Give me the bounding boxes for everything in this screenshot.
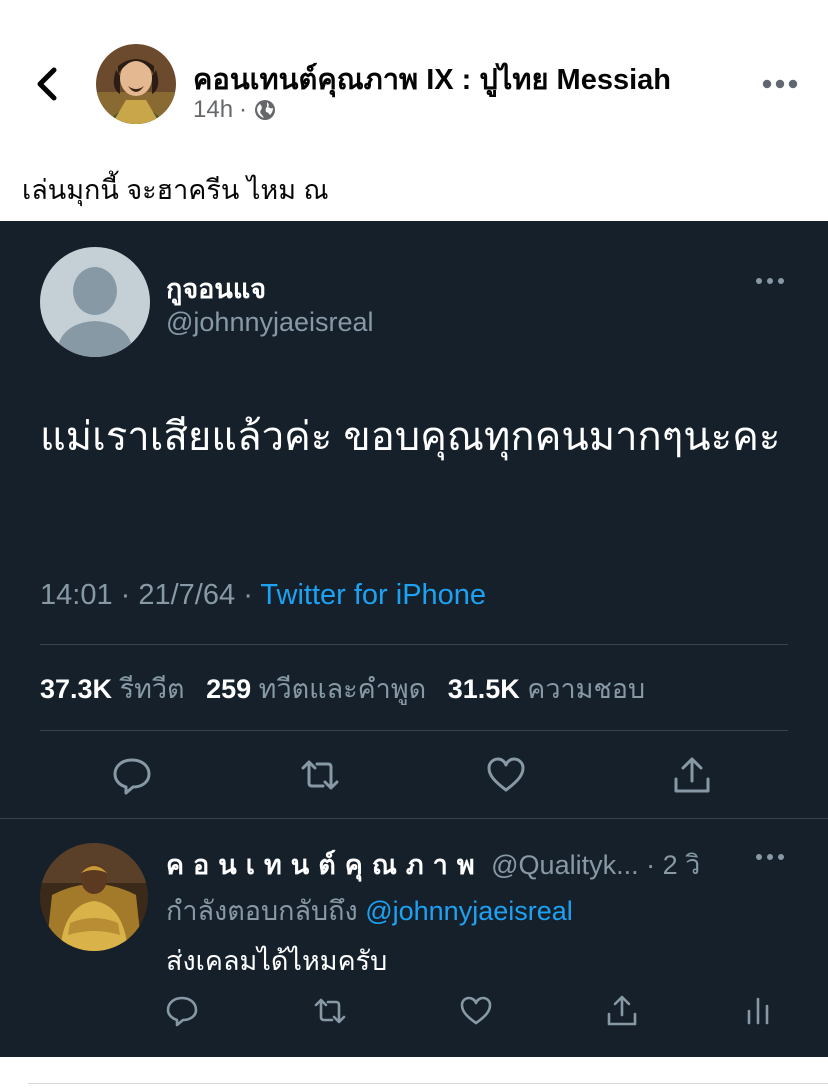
like-button[interactable] [484,753,528,797]
divider [40,730,788,731]
post-caption: เล่นมุกนี้ จะฮาครีน ไหม ณ [22,175,329,205]
reply-icon [113,758,151,795]
tweet-more-button[interactable] [752,271,788,291]
tweet-date[interactable]: 21/7/64 [138,579,235,611]
post-options-button[interactable] [760,66,800,102]
replying-to-line: กำลังตอบกลับถึง @johnnyjaeisreal [166,889,573,932]
tweet-text: แม่เราเสียแล้วค่ะ ขอบคุณทุกคนมากๆนะคะ [40,415,781,459]
share-icon [607,995,637,1026]
tweet-author-handle[interactable]: @johnnyjaeisreal [166,307,374,338]
back-button[interactable] [28,62,68,106]
tweet-metadata: 14:01 · 21/7/64 · Twitter for iPhone [40,579,486,612]
share-button[interactable] [670,753,714,797]
divider [28,1083,828,1084]
reply-share-button[interactable] [604,993,640,1029]
tweet-actions [0,753,828,797]
reply-avatar[interactable] [40,843,148,951]
globe-icon[interactable] [253,98,277,122]
page-avatar[interactable] [96,44,176,124]
reply-author-handle[interactable]: @Qualityk... [491,850,638,880]
share-icon [674,757,710,793]
tweet-screenshot[interactable]: กูจอนแจ @johnnyjaeisreal แม่เราเสียแล้วค… [0,221,828,1057]
tweet-avatar[interactable] [40,247,150,357]
reply-time[interactable]: 2 วิ [663,850,701,880]
reply-retweet-button[interactable] [312,993,348,1029]
replying-to-label: กำลังตอบกลับถึง [166,896,358,926]
heart-icon [487,757,525,792]
divider [40,644,788,645]
reply-button[interactable] [110,753,154,797]
tweet-stats: 37.3K รีทวีต 259 ทวีตและคำพูด 31.5K ความ… [40,667,659,710]
reply-header: คอนเทนต์คุณภาพ @Qualityk... · 2 วิ [166,843,700,886]
post-header: คอนเทนต์คุณภาพ IX : ปูไทย Messiah 14h · [0,0,828,140]
retweet-icon [314,998,346,1024]
tweet-time[interactable]: 14:01 [40,579,113,611]
post-meta: 14h · [193,96,277,124]
more-horizontal-icon [762,79,798,89]
post-time[interactable]: 14h [193,96,233,124]
reply-more-button[interactable] [752,847,788,867]
tweet-meta-separator: · [243,579,261,611]
reply-time-separator: · [646,850,656,880]
tweet-author-name[interactable]: กูจอนแจ [166,267,266,310]
retweet-button[interactable] [298,753,342,797]
tweet-source-link[interactable]: Twitter for iPhone [260,579,486,611]
replying-to-mention[interactable]: @johnnyjaeisreal [365,896,573,926]
analytics-icon [747,997,769,1025]
default-profile-icon [40,247,150,357]
reply-reply-button[interactable] [164,993,200,1029]
more-horizontal-icon [756,278,784,284]
retweets-stat[interactable]: 37.3K รีทวีต [40,674,185,704]
retweet-icon [301,760,339,790]
tweet-meta-separator: · [120,579,139,611]
reply-icon [166,996,198,1027]
reply-actions [0,993,828,1029]
chevron-left-icon [37,67,57,101]
more-horizontal-icon [756,854,784,860]
divider [0,818,828,819]
likes-stat[interactable]: 31.5K ความชอบ [448,674,645,704]
reply-text: ส่งเคลมได้ไหมครับ [166,946,388,976]
reply-author-name[interactable]: คอนเทนต์คุณภาพ [166,850,484,880]
quotes-stat[interactable]: 259 ทวีตและคำพูด [206,674,426,704]
reply-like-button[interactable] [458,993,494,1029]
meta-separator: · [239,96,248,123]
reply-analytics-button[interactable] [740,993,776,1029]
heart-icon [460,996,492,1025]
